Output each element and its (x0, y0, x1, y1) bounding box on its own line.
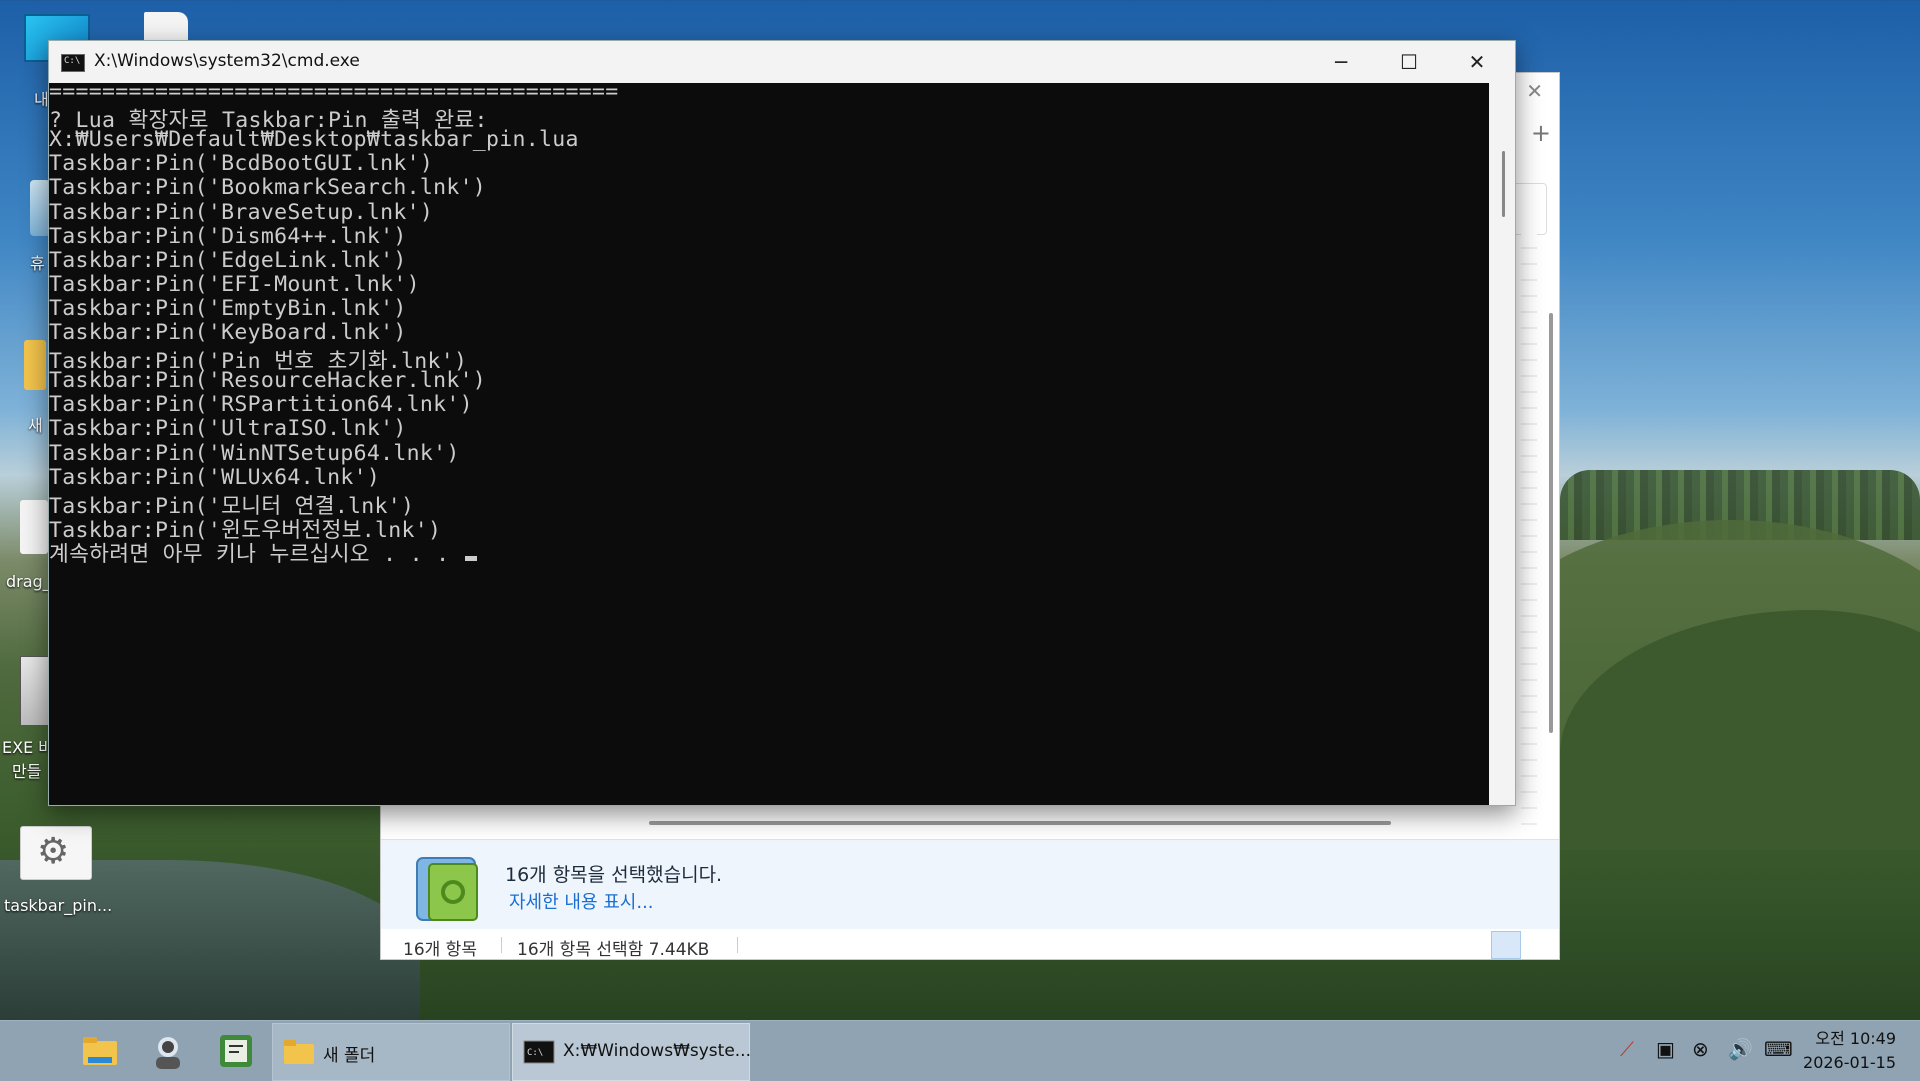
console-line: Taskbar:Pin('UltraISO.lnk') (49, 416, 407, 442)
background-river (0, 860, 420, 1020)
gear-icon: ⚙ (37, 831, 70, 872)
desktop-icon-label: EXE 바 (2, 738, 53, 757)
avatar-app-icon[interactable] (148, 1031, 188, 1071)
task-label: 새 폴더 (323, 1046, 376, 1066)
cmd-icon: C:\ (523, 1040, 555, 1064)
clock[interactable]: 오전 10:49 2026-01-15 (1803, 1027, 1896, 1075)
status-bar: 16개 항목 16개 항목 선택함 7.44KB (381, 929, 1559, 960)
desktop-icon-label: 새 (28, 416, 43, 435)
taskbar-task-folder[interactable]: 새 폴더 (272, 1023, 510, 1081)
console-line: Taskbar:Pin('Pin 번호 초기화.lnk') (49, 349, 468, 375)
error-icon[interactable]: ⊗ (1692, 1037, 1709, 1061)
console-line: Taskbar:Pin('윈도우버전정보.lnk') (49, 517, 442, 543)
vertical-scrollbar[interactable] (1489, 83, 1515, 805)
new-tab-button[interactable]: + (1531, 119, 1551, 147)
folder-icon (24, 340, 46, 390)
settings-file-icon (20, 500, 48, 554)
terminal-app-icon[interactable] (216, 1031, 256, 1071)
console-cursor (464, 555, 477, 561)
console-line: ========================================… (49, 83, 619, 104)
console-line: Taskbar:Pin('KeyBoard.lnk') (49, 320, 407, 345)
details-view-button[interactable] (1491, 931, 1521, 959)
selection-summary: 16개 항목을 선택했습니다. (505, 864, 723, 886)
desktop-icon-label: 만들 (12, 762, 42, 781)
horizontal-scrollbar[interactable] (649, 821, 1391, 825)
keyboard-icon[interactable]: ⌨ (1764, 1037, 1793, 1061)
desktop-icon-label: 내 (34, 90, 49, 109)
cmd-icon: C:\ (61, 54, 85, 72)
console-line: ? Lua 확장자로 Taskbar:Pin 출력 완료: (49, 108, 488, 134)
svg-text:C:\: C:\ (527, 1048, 543, 1058)
clock-date: 2026-01-15 (1803, 1053, 1896, 1072)
cmd-window[interactable]: C:\ X:\Windows\system32\cmd.exe ─ ☐ ✕ ==… (48, 40, 1516, 806)
console-line: Taskbar:Pin('BcdBootGUI.lnk') (49, 151, 434, 177)
gear-file-icon: ⚙ (20, 826, 92, 880)
taskbar-task-cmd[interactable]: C:\ X:₩Windows₩syste... (512, 1023, 751, 1081)
pen-icon[interactable]: ⟋ (1620, 1037, 1634, 1061)
show-details-link[interactable]: 자세한 내용 표시... (509, 888, 654, 914)
console-line: Taskbar:Pin('BraveSetup.lnk') (49, 199, 434, 225)
desktop-icon-label: drag_ (6, 572, 51, 591)
details-pane: 16개 항목을 선택했습니다. 자세한 내용 표시... (381, 839, 1559, 930)
window-title: X:\Windows\system32\cmd.exe (94, 51, 360, 71)
console-line: X:₩Users₩Default₩Desktop₩taskbar_pin.lua (49, 127, 579, 153)
title-bar[interactable]: C:\ X:\Windows\system32\cmd.exe ─ ☐ ✕ (49, 41, 1515, 83)
item-count: 16개 항목 (403, 940, 477, 960)
close-icon[interactable]: ✕ (1526, 79, 1543, 103)
large-icons-view-button[interactable] (1525, 931, 1553, 957)
console-line: Taskbar:Pin('ResourceHacker.lnk') (49, 368, 487, 394)
status-divider (737, 937, 738, 953)
minimize-button[interactable]: ─ (1307, 41, 1375, 83)
folder-icon (284, 1040, 314, 1064)
desktop-icon-label: 휴 (30, 254, 45, 273)
console-line: Taskbar:Pin('모니터 연결.lnk') (49, 493, 415, 519)
file-icon (144, 12, 188, 40)
recycle-bin-icon (30, 180, 50, 236)
file-list-stripes (1521, 233, 1537, 853)
console-line: Taskbar:Pin('EmptyBin.lnk') (49, 295, 407, 321)
console-output[interactable]: ========================================… (49, 83, 1489, 805)
close-button[interactable]: ✕ (1443, 41, 1511, 83)
console-line: Taskbar:Pin('WinNTSetup64.lnk') (49, 440, 460, 466)
maximize-button[interactable]: ☐ (1375, 41, 1443, 83)
network-icon[interactable]: ▣ (1656, 1037, 1675, 1061)
desktop-icon-label: taskbar_pin... (4, 896, 113, 915)
console-line: Taskbar:Pin('EdgeLink.lnk') (49, 247, 407, 273)
clock-time: 오전 10:49 (1815, 1029, 1896, 1048)
exe-builder-icon (20, 656, 50, 726)
recycle-bin-icon (411, 850, 485, 924)
vertical-scrollbar[interactable] (1549, 313, 1553, 733)
task-label: X:₩Windows₩syste... (563, 1041, 751, 1061)
console-line: Taskbar:Pin('RSPartition64.lnk') (49, 392, 473, 418)
console-line: Taskbar:Pin('Dism64++.lnk') (49, 223, 407, 249)
selected-count: 16개 항목 선택함 7.44KB (517, 940, 710, 960)
file-explorer-icon[interactable] (80, 1031, 120, 1071)
console-line: Taskbar:Pin('EFI-Mount.lnk') (49, 271, 420, 297)
volume-icon[interactable]: 🔊 (1728, 1037, 1753, 1061)
scrollbar-thumb[interactable] (1502, 151, 1505, 217)
status-divider (501, 937, 502, 953)
taskbar: 새 폴더 C:\ X:₩Windows₩syste... ⟋ ▣ ⊗ 🔊 ⌨ 오… (0, 1020, 1920, 1081)
console-line: Taskbar:Pin('BookmarkSearch.lnk') (49, 175, 487, 201)
console-line: Taskbar:Pin('WLUx64.lnk') (49, 464, 381, 490)
console-prompt-line: 계속하려면 아무 키나 누르십시오 . . . (49, 537, 477, 567)
